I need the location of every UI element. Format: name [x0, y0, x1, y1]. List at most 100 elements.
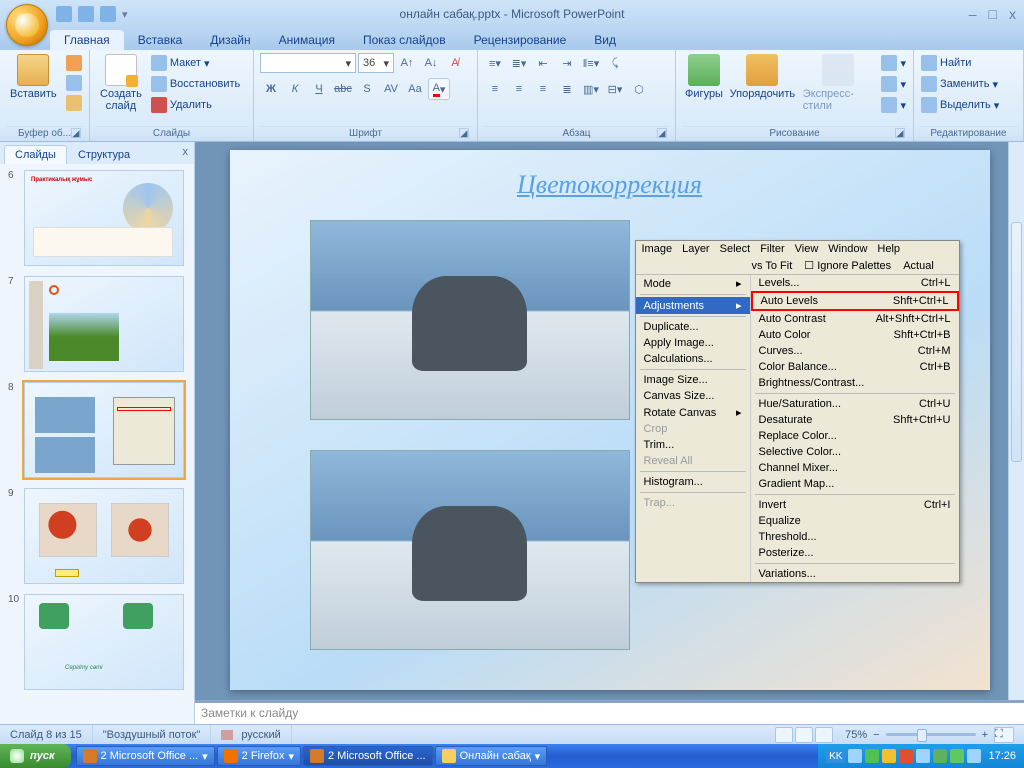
thumb-10[interactable]: 10Сергіту сәті [8, 594, 186, 690]
replace-button[interactable]: Заменить ▾ [920, 75, 999, 93]
minimize-button[interactable]: – [969, 6, 977, 22]
save-icon[interactable] [56, 6, 72, 22]
delete-button[interactable]: Удалить [150, 96, 241, 114]
lang-indicator[interactable]: KK [826, 750, 845, 763]
font-size-combo[interactable]: 36▾ [358, 53, 394, 73]
zoom-slider[interactable] [886, 733, 976, 736]
change-case-button[interactable]: Aa [404, 78, 426, 100]
taskbar-button[interactable]: Онлайн сабақ ▾ [435, 746, 548, 766]
numbering-button[interactable]: ≣▾ [508, 52, 530, 74]
scroll-thumb[interactable] [1011, 222, 1022, 462]
indent-dec-button[interactable]: ⇤ [532, 52, 554, 74]
tab-view[interactable]: Вид [580, 30, 630, 50]
find-button[interactable]: Найти [920, 54, 972, 72]
align-text-button[interactable]: ⊟▾ [604, 78, 626, 100]
arrange-button[interactable]: Упорядочить [730, 52, 795, 102]
tab-home[interactable]: Главная [50, 30, 124, 50]
strike-button[interactable]: abc [332, 78, 354, 100]
status-lang[interactable]: русский [211, 725, 291, 744]
clear-format-button[interactable]: A̸ [444, 52, 466, 74]
slideshow-view-button[interactable] [815, 727, 833, 743]
thumb-6[interactable]: 6Практикалық жұмыс [8, 170, 186, 266]
thumb-7[interactable]: 7 [8, 276, 186, 372]
zoom-in-button[interactable]: + [982, 729, 988, 741]
justify-button[interactable]: ≣ [556, 78, 578, 100]
thumb-9[interactable]: 9 [8, 488, 186, 584]
slide[interactable]: Цветокоррекция ImageLayerSelectFilterVie… [230, 150, 990, 690]
align-left-button[interactable]: ≡ [484, 78, 506, 100]
taskbar-button[interactable]: 2 Microsoft Office ... [303, 746, 433, 766]
start-button[interactable]: пуск [0, 744, 71, 768]
tray-icon[interactable] [967, 749, 981, 763]
sorter-view-button[interactable] [795, 727, 813, 743]
tab-design[interactable]: Дизайн [196, 30, 264, 50]
align-right-button[interactable]: ≡ [532, 78, 554, 100]
fit-button[interactable]: ⛶ [994, 727, 1014, 743]
close-button[interactable]: x [1009, 6, 1016, 22]
bullets-button[interactable]: ≡▾ [484, 52, 506, 74]
quick-styles-button[interactable]: Экспресс-стили [799, 52, 877, 114]
tray-icon[interactable] [848, 749, 862, 763]
tray-icon[interactable] [882, 749, 896, 763]
copy-button[interactable] [65, 74, 83, 92]
ps-menu-item: Crop [636, 421, 750, 437]
tray-icon[interactable] [916, 749, 930, 763]
columns-button[interactable]: ▥▾ [580, 78, 602, 100]
align-center-button[interactable]: ≡ [508, 78, 530, 100]
font-color-button[interactable]: A▾ [428, 78, 450, 100]
tab-insert[interactable]: Вставка [124, 30, 197, 50]
tray-icon[interactable] [950, 749, 964, 763]
shape-fill-button[interactable]: ▾ [880, 54, 907, 72]
taskbar-button[interactable]: 2 Firefox ▾ [217, 746, 301, 766]
shrink-font-button[interactable]: A↓ [420, 52, 442, 74]
shadow-button[interactable]: S [356, 78, 378, 100]
launcher-icon[interactable]: ◢ [895, 128, 905, 138]
font-name-combo[interactable]: ▾ [260, 53, 356, 73]
paste-button[interactable]: Вставить [6, 52, 61, 102]
normal-view-button[interactable] [775, 727, 793, 743]
notes-pane[interactable]: Заметки к слайду [195, 700, 1024, 724]
tab-outline[interactable]: Структура [67, 145, 141, 164]
clock[interactable]: 17:26 [988, 750, 1016, 762]
indent-inc-button[interactable]: ⇥ [556, 52, 578, 74]
bold-button[interactable]: Ж [260, 78, 282, 100]
tray-icon[interactable] [865, 749, 879, 763]
office-button[interactable] [6, 4, 48, 46]
text-direction-button[interactable]: ⤹ [604, 52, 626, 74]
vertical-scrollbar[interactable] [1008, 142, 1024, 700]
cut-button[interactable] [65, 54, 83, 72]
format-painter-button[interactable] [65, 94, 83, 112]
thumb-8[interactable]: 8 [8, 382, 186, 478]
canvas-scroll[interactable]: Цветокоррекция ImageLayerSelectFilterVie… [195, 142, 1024, 700]
zoom-out-button[interactable]: − [873, 729, 879, 741]
qat-dropdown-icon[interactable]: ▾ [122, 8, 128, 21]
line-spacing-button[interactable]: ‖≡▾ [580, 52, 602, 74]
char-spacing-button[interactable]: AV [380, 78, 402, 100]
panel-close-button[interactable]: x [183, 146, 189, 158]
maximize-button[interactable]: □ [989, 6, 997, 22]
shape-effects-button[interactable]: ▾ [880, 96, 907, 114]
tab-review[interactable]: Рецензирование [460, 30, 581, 50]
layout-button[interactable]: Макет ▾ [150, 54, 241, 72]
taskbar-button[interactable]: 2 Microsoft Office ... ▾ [76, 746, 215, 766]
new-slide-button[interactable]: Создать слайд [96, 52, 146, 114]
shape-outline-button[interactable]: ▾ [880, 75, 907, 93]
redo-icon[interactable] [100, 6, 116, 22]
grow-font-button[interactable]: A↑ [396, 52, 418, 74]
launcher-icon[interactable]: ◢ [459, 128, 469, 138]
shapes-button[interactable]: Фигуры [682, 52, 726, 102]
tab-slides[interactable]: Слайды [4, 145, 67, 164]
launcher-icon[interactable]: ◢ [71, 128, 81, 138]
italic-button[interactable]: К [284, 78, 306, 100]
tab-slideshow[interactable]: Показ слайдов [349, 30, 460, 50]
launcher-icon[interactable]: ◢ [657, 128, 667, 138]
undo-icon[interactable] [78, 6, 94, 22]
tab-animation[interactable]: Анимация [265, 30, 349, 50]
underline-button[interactable]: Ч [308, 78, 330, 100]
zoom-level[interactable]: 75% [845, 729, 867, 741]
tray-icon[interactable] [933, 749, 947, 763]
tray-icon[interactable] [899, 749, 913, 763]
select-button[interactable]: Выделить ▾ [920, 96, 1000, 114]
smartart-button[interactable]: ⬡ [628, 78, 650, 100]
reset-button[interactable]: Восстановить [150, 75, 241, 93]
